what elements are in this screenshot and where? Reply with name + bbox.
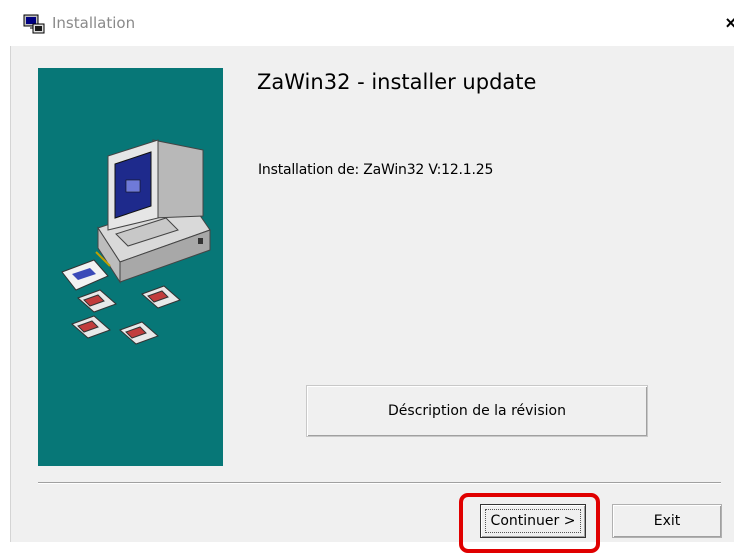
window-title: Installation [52,14,136,32]
focus-rectangle [485,509,581,533]
title-bar: Installation × [0,0,734,46]
footer-divider-highlight [38,483,721,484]
close-icon[interactable]: × [725,13,734,34]
computer-illustration-icon [61,139,211,345]
side-panel-illustration [38,68,223,466]
installation-version-text: Installation de: ZaWin32 V:12.1.25 [258,162,494,178]
revision-description-button[interactable]: Déscription de la révision [306,385,648,437]
installer-icon [23,14,45,34]
exit-button[interactable]: Exit [612,504,722,538]
continue-button[interactable]: Continuer > [480,504,586,538]
page-title: ZaWin32 - installer update [257,70,537,94]
